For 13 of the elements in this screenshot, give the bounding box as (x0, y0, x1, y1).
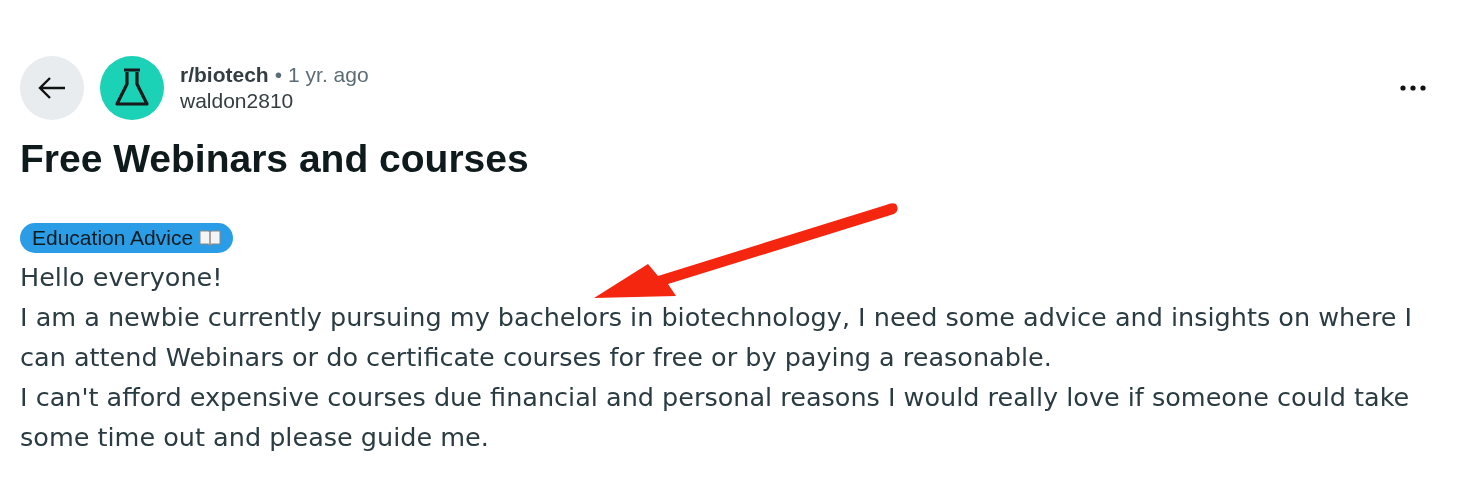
more-icon (1400, 85, 1426, 91)
post-text: I can't afford expensive courses due financial and personal reasons I would really love if someone could take some time out and please guide me. (20, 381, 1411, 454)
book-icon (199, 229, 222, 247)
flask-icon (114, 68, 150, 108)
post-text: I am a newbie currently pursuing my bachelors in biotechnology, I need some advice and insights on where I can attend Webinars or do certificate courses for free or by paying a reasonable. (20, 301, 1414, 374)
post-text: Hello everyone! (20, 261, 224, 294)
post-age: 1 yr. ago (288, 63, 369, 87)
back-arrow-icon (37, 76, 67, 100)
post-title: Free Webinars and courses (20, 137, 530, 181)
separator-dot: • (274, 63, 283, 87)
subreddit-link[interactable]: r/biotech (180, 63, 269, 87)
flair-label: Education Advice (32, 226, 194, 250)
author-name[interactable]: waldon2810 (180, 89, 1380, 113)
